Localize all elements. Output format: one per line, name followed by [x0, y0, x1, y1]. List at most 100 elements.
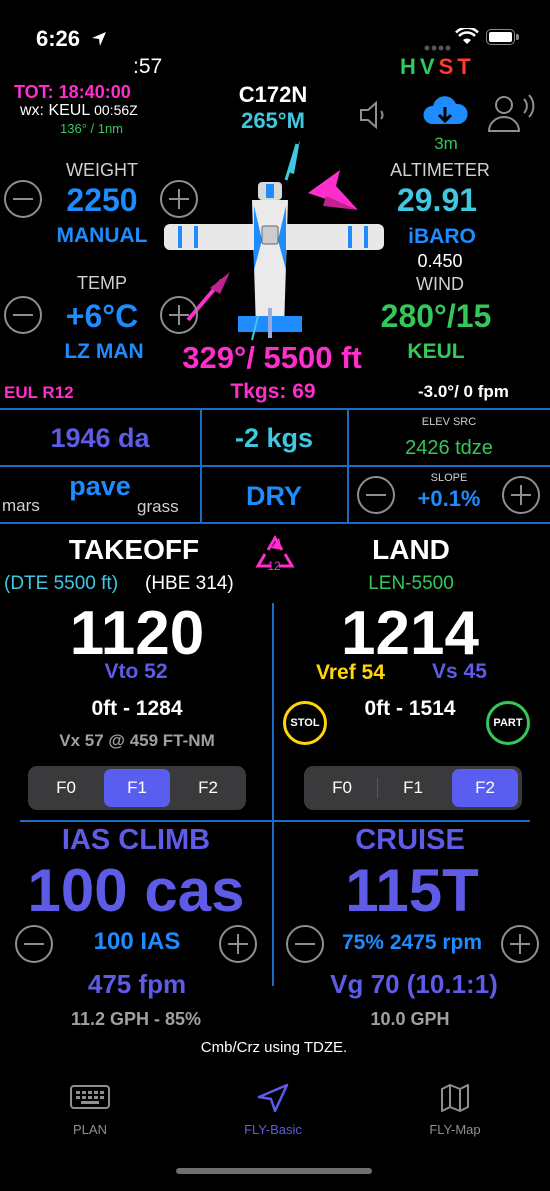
- voice-person-icon[interactable]: [484, 93, 540, 133]
- altimeter-label: ALTIMETER: [390, 160, 490, 180]
- runway-bearing[interactable]: 329°/ 5500 ft: [182, 340, 362, 376]
- tab-plan[interactable]: PLAN: [50, 1083, 130, 1137]
- land-flap-f2[interactable]: F2: [452, 769, 518, 807]
- cruise-vg: Vg 70 (10.1:1): [330, 969, 498, 999]
- footer-note: Cmb/Crz using TDZE.: [200, 1039, 348, 1056]
- keyboard-icon: [70, 1085, 110, 1109]
- weight-mode[interactable]: MANUAL: [57, 224, 148, 248]
- tab-fly-basic[interactable]: FLY-Basic: [233, 1083, 313, 1137]
- grid-line-middle: [0, 465, 550, 467]
- land-title: LAND: [372, 534, 450, 565]
- cruise-fuel: 10.0 GPH: [370, 1009, 450, 1029]
- land-vref: Vref 54: [316, 661, 385, 684]
- tab-fly-map[interactable]: FLY-Map: [415, 1083, 495, 1137]
- runway-condition[interactable]: DRY: [246, 481, 302, 512]
- takeoff-vx: Vx 57 @ 459 FT-NM: [59, 731, 215, 750]
- land-range: 0ft - 1514: [364, 697, 456, 720]
- cruise-title: CRUISE: [355, 824, 465, 856]
- takeoff-range: 0ft - 1284: [91, 697, 183, 720]
- grid-divider-left: [200, 410, 202, 522]
- elev-src-value[interactable]: 2426 tdze: [405, 437, 493, 460]
- recycle-icon[interactable]: [252, 532, 298, 582]
- part-button[interactable]: PART: [486, 701, 530, 745]
- slope-increase-button[interactable]: [502, 476, 540, 514]
- temp-label: TEMP: [76, 273, 128, 293]
- cruise-increase-button[interactable]: [501, 925, 539, 963]
- takeoff-flaps-control: F0 F1 F2: [28, 766, 246, 810]
- location-arrow-icon: [92, 32, 106, 46]
- tkgs-value: Tkgs: 69: [230, 380, 316, 403]
- temp-mode[interactable]: LZ MAN: [64, 340, 143, 364]
- wifi-icon: [455, 28, 479, 44]
- land-flap-f1[interactable]: F1: [378, 769, 448, 807]
- hvst-indicator[interactable]: HVST: [400, 54, 475, 80]
- land-distance: 1214: [341, 599, 479, 668]
- climb-decrease-button[interactable]: [15, 925, 53, 963]
- aircraft-id[interactable]: C172N: [239, 82, 307, 108]
- climb-title: IAS CLIMB: [61, 824, 211, 856]
- slope-value: +0.1%: [417, 486, 481, 511]
- tab-plan-label: PLAN: [73, 1122, 107, 1137]
- climb-value: 100 cas: [27, 857, 245, 924]
- elev-src-label: ELEV SRC: [421, 416, 477, 428]
- tab-fly-basic-label: FLY-Basic: [244, 1122, 302, 1137]
- land-flaps-control: F0 F1 F2: [304, 766, 522, 810]
- signal-dots-icon: [424, 38, 452, 51]
- altimeter-mode[interactable]: iBARO: [408, 225, 476, 249]
- temp-value: +6°C: [65, 298, 139, 334]
- grid-divider-right: [347, 410, 349, 522]
- takeoff-hbe[interactable]: (HBE 314): [145, 573, 234, 595]
- runway-id[interactable]: EUL R12: [4, 383, 74, 403]
- section-divider: [20, 820, 530, 822]
- surface-left-option[interactable]: mars: [2, 496, 40, 516]
- countdown: :57: [133, 55, 163, 78]
- takeoff-flap-f0[interactable]: F0: [31, 769, 101, 807]
- cloud-download-icon[interactable]: [420, 94, 470, 134]
- wx-wind: 136° / 1nm: [60, 121, 124, 136]
- stol-button[interactable]: STOL: [283, 701, 327, 745]
- surface-right-option[interactable]: grass: [137, 497, 179, 517]
- climb-increase-button[interactable]: [219, 925, 257, 963]
- grid-line-bottom: [0, 522, 550, 524]
- takeoff-flap-f2[interactable]: F2: [173, 769, 243, 807]
- cruise-value: 115T: [345, 857, 479, 924]
- slope-label: SLOPE: [430, 472, 468, 484]
- takeoff-distance: 1120: [69, 599, 205, 668]
- wx-station: wx: KEUL 00:56Z: [20, 102, 138, 119]
- weight-label: WEIGHT: [66, 160, 138, 180]
- density-altitude: 1946 da: [50, 423, 150, 453]
- navigation-arrow-icon: [257, 1083, 289, 1113]
- map-icon: [441, 1084, 469, 1112]
- altimeter-sub: 0.450: [417, 251, 463, 271]
- takeoff-flap-f1[interactable]: F1: [104, 769, 170, 807]
- speaker-icon[interactable]: [358, 100, 392, 130]
- altimeter-value[interactable]: 29.91: [397, 182, 477, 219]
- kgs-value: -2 kgs: [234, 423, 314, 453]
- takeoff-title: TAKEOFF: [68, 534, 200, 565]
- wind-station[interactable]: KEUL: [407, 340, 464, 364]
- takeoff-vto: Vto 52: [104, 660, 168, 683]
- home-indicator: [176, 1168, 372, 1174]
- weight-value: 2250: [66, 182, 138, 218]
- climb-fuel: 11.2 GPH - 85%: [70, 1009, 202, 1029]
- climb-fpm: 475 fpm: [87, 969, 187, 999]
- weight-decrease-button[interactable]: [4, 180, 42, 218]
- battery-icon: [486, 29, 519, 45]
- temp-increase-button[interactable]: [160, 296, 198, 334]
- wind-label: WIND: [416, 274, 464, 294]
- download-age: 3m: [434, 134, 458, 153]
- surface-value[interactable]: pave: [69, 471, 131, 502]
- climb-ias: 100 IAS: [93, 928, 181, 955]
- wind-value[interactable]: 280°/15: [381, 298, 492, 335]
- land-flap-f0[interactable]: F0: [307, 769, 377, 807]
- grid-line-top: [0, 408, 550, 410]
- cruise-decrease-button[interactable]: [286, 925, 324, 963]
- tab-fly-map-label: FLY-Map: [429, 1122, 481, 1137]
- center-divider: [272, 603, 274, 986]
- land-len[interactable]: LEN-5500: [368, 573, 454, 595]
- temp-decrease-button[interactable]: [4, 296, 42, 334]
- slope-decrease-button[interactable]: [357, 476, 395, 514]
- takeoff-dte[interactable]: (DTE 5500 ft): [4, 573, 118, 595]
- recycle-number: 12: [267, 559, 281, 573]
- glide-slope: -3.0°/ 0 fpm: [418, 382, 509, 401]
